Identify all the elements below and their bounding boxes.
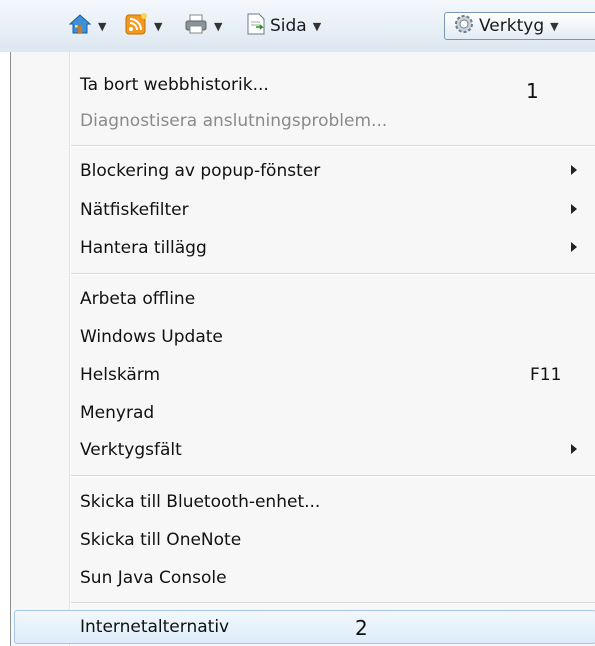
submenu-arrow-icon — [571, 444, 577, 454]
tools-menu-label: Verktyg — [479, 16, 545, 36]
annotation-number-1: 1 — [526, 79, 539, 103]
menu-item-delete-browsing-history[interactable]: Ta bort webbhistorik... — [11, 68, 595, 102]
menu-item-send-to-bluetooth[interactable]: Skicka till Bluetooth-enhet... — [11, 485, 595, 519]
rss-feed-icon — [124, 12, 148, 40]
menu-item-full-screen[interactable]: Helskärm F11 — [11, 358, 595, 392]
print-dropdown-arrow[interactable]: ▼ — [214, 20, 222, 33]
page-menu-label: Sida — [270, 16, 307, 36]
submenu-arrow-icon — [571, 242, 577, 252]
menu-item-label: Nätfiskefilter — [80, 200, 189, 220]
menu-separator — [71, 475, 595, 477]
home-button[interactable]: ▼ — [68, 14, 106, 38]
menu-item-diagnose-connection: Diagnostisera anslutningsproblem... — [11, 104, 595, 138]
annotation-number-2: 2 — [355, 616, 368, 640]
tools-dropdown-menu: Ta bort webbhistorik... Diagnostisera an… — [10, 52, 595, 646]
menu-separator — [71, 145, 595, 147]
menu-item-label: Arbeta offline — [80, 289, 196, 309]
menu-item-popup-blocker[interactable]: Blockering av popup-fönster — [11, 154, 595, 188]
menu-item-label: Blockering av popup-fönster — [80, 161, 321, 181]
home-icon — [68, 12, 92, 40]
gear-icon — [453, 13, 475, 39]
menu-item-menu-bar[interactable]: Menyrad — [11, 396, 595, 430]
print-button[interactable]: ▼ — [184, 14, 222, 38]
menu-item-phishing-filter[interactable]: Nätfiskefilter — [11, 193, 595, 227]
menu-item-shortcut: F11 — [530, 365, 562, 385]
menu-separator — [71, 602, 595, 604]
submenu-arrow-icon — [571, 204, 577, 214]
menu-item-work-offline[interactable]: Arbeta offline — [11, 282, 595, 316]
menu-item-label: Windows Update — [80, 327, 223, 347]
menu-item-label: Hantera tillägg — [80, 238, 207, 258]
menu-item-windows-update[interactable]: Windows Update — [11, 320, 595, 354]
menu-item-label: Menyrad — [80, 403, 155, 423]
page-icon — [246, 13, 266, 39]
home-dropdown-arrow[interactable]: ▼ — [98, 20, 106, 33]
menu-item-internet-options[interactable]: Internetalternativ — [11, 610, 595, 644]
menu-item-label: Verktygsfält — [80, 440, 182, 460]
menu-item-toolbars[interactable]: Verktygsfält — [11, 433, 595, 467]
menu-item-send-to-onenote[interactable]: Skicka till OneNote — [11, 523, 595, 557]
command-bar: ▼ ▼ ▼ Sida ▼ Verktyg ▼ — [0, 0, 595, 52]
menu-item-sun-java-console[interactable]: Sun Java Console — [11, 561, 595, 595]
menu-item-label: Skicka till Bluetooth-enhet... — [80, 492, 321, 512]
menu-item-label: Helskärm — [80, 365, 161, 385]
feeds-dropdown-arrow[interactable]: ▼ — [154, 20, 162, 33]
menu-item-label: Diagnostisera anslutningsproblem... — [80, 111, 388, 131]
menu-item-manage-add-ons[interactable]: Hantera tillägg — [11, 231, 595, 265]
menu-item-label: Skicka till OneNote — [80, 530, 242, 550]
printer-icon — [184, 12, 208, 40]
menu-item-label: Ta bort webbhistorik... — [80, 75, 269, 95]
menu-item-label: Internetalternativ — [80, 617, 230, 637]
page-menu-button[interactable]: Sida ▼ — [246, 13, 321, 39]
submenu-arrow-icon — [571, 165, 577, 175]
menu-item-label: Sun Java Console — [80, 568, 227, 588]
tools-dropdown-arrow[interactable]: ▼ — [550, 20, 558, 33]
feeds-button[interactable]: ▼ — [124, 12, 162, 40]
menu-separator — [71, 273, 595, 275]
page-dropdown-arrow[interactable]: ▼ — [313, 20, 321, 33]
tools-menu-button[interactable]: Verktyg ▼ — [444, 12, 595, 40]
